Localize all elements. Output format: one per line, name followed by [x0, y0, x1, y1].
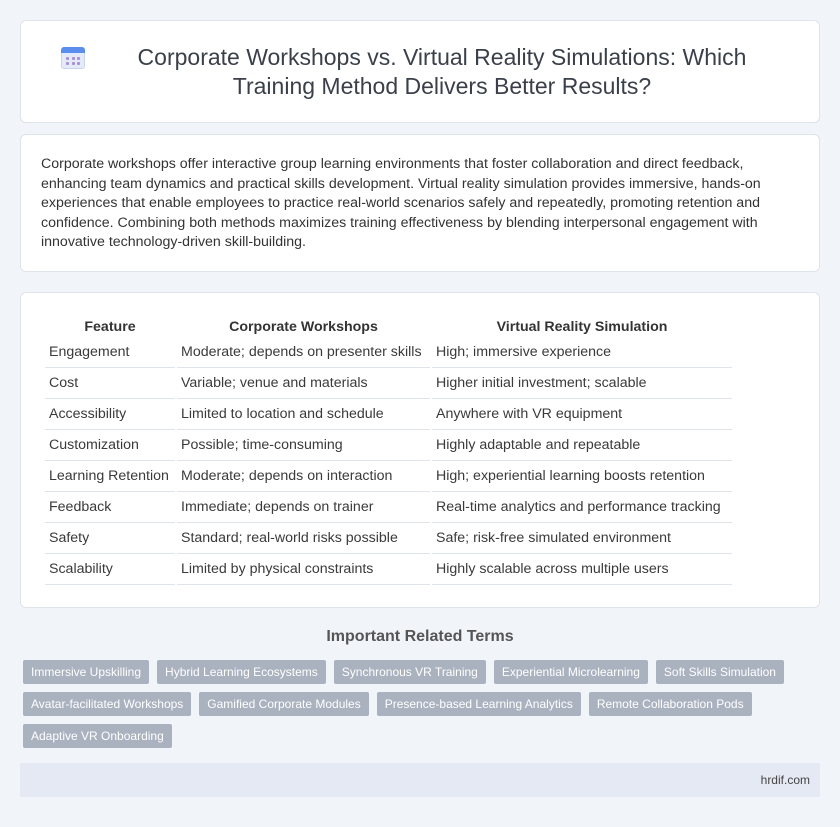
related-term-tag[interactable]: Avatar-facilitated Workshops	[23, 692, 192, 716]
header-feature: Feature	[84, 319, 136, 335]
footer: hrdif.com	[20, 763, 820, 797]
table-row: Cost Variable; venue and materials Highe…	[45, 368, 732, 399]
workshop-cell: Moderate; depends on presenter skills	[177, 337, 430, 368]
related-terms-list: Immersive Upskilling Hybrid Learning Eco…	[23, 660, 813, 756]
vr-cell: Highly scalable across multiple users	[432, 554, 732, 585]
workshop-cell: Moderate; depends on interaction	[177, 461, 430, 492]
table-row: Feedback Immediate; depends on trainer R…	[45, 492, 732, 523]
feature-cell: Safety	[45, 523, 175, 554]
related-term-tag[interactable]: Presence-based Learning Analytics	[376, 692, 581, 716]
page-title: Corporate Workshops vs. Virtual Reality …	[137, 43, 747, 99]
title-card: Corporate Workshops vs. Virtual Reality …	[20, 20, 820, 123]
related-term-tag[interactable]: Gamified Corporate Modules	[199, 692, 369, 716]
workshop-cell: Variable; venue and materials	[177, 368, 430, 399]
vr-cell: Higher initial investment; scalable	[432, 368, 732, 399]
calendar-icon	[61, 45, 85, 69]
table-header-row: Feature Corporate Workshops Virtual Real…	[45, 315, 732, 337]
table-row: Accessibility Limited to location and sc…	[45, 399, 732, 430]
related-term-tag[interactable]: Remote Collaboration Pods	[588, 692, 752, 716]
feature-cell: Customization	[45, 430, 175, 461]
workshop-cell: Limited to location and schedule	[177, 399, 430, 430]
related-terms-title: Important Related Terms	[326, 628, 514, 645]
table-row: Safety Standard; real-world risks possib…	[45, 523, 732, 554]
workshop-cell: Standard; real-world risks possible	[177, 523, 430, 554]
vr-cell: Highly adaptable and repeatable	[432, 430, 732, 461]
table-row: Scalability Limited by physical constrai…	[45, 554, 732, 585]
comparison-table: Feature Corporate Workshops Virtual Real…	[43, 315, 734, 585]
vr-cell: Anywhere with VR equipment	[432, 399, 732, 430]
workshop-cell: Possible; time-consuming	[177, 430, 430, 461]
vr-cell: Safe; risk-free simulated environment	[432, 523, 732, 554]
feature-cell: Cost	[45, 368, 175, 399]
table-row: Engagement Moderate; depends on presente…	[45, 337, 732, 368]
related-term-tag[interactable]: Hybrid Learning Ecosystems	[157, 660, 326, 684]
related-term-tag[interactable]: Synchronous VR Training	[333, 660, 486, 684]
related-term-tag[interactable]: Adaptive VR Onboarding	[23, 724, 172, 748]
workshop-cell: Immediate; depends on trainer	[177, 492, 430, 523]
workshop-cell: Limited by physical constraints	[177, 554, 430, 585]
vr-cell: High; immersive experience	[432, 337, 732, 368]
summary-text: Corporate workshops offer interactive gr…	[41, 156, 761, 251]
table-row: Learning Retention Moderate; depends on …	[45, 461, 732, 492]
summary-card: Corporate workshops offer interactive gr…	[20, 134, 820, 272]
footer-site-link[interactable]: hrdif.com	[761, 773, 810, 787]
vr-cell: Real-time analytics and performance trac…	[432, 492, 732, 523]
related-term-tag[interactable]: Immersive Upskilling	[23, 660, 150, 684]
feature-cell: Learning Retention	[45, 461, 175, 492]
comparison-card: Feature Corporate Workshops Virtual Real…	[20, 292, 820, 608]
table-row: Customization Possible; time-consuming H…	[45, 430, 732, 461]
related-term-tag[interactable]: Experiential Microlearning	[493, 660, 648, 684]
header-virtual-reality-simulation: Virtual Reality Simulation	[496, 319, 668, 335]
feature-cell: Accessibility	[45, 399, 175, 430]
feature-cell: Feedback	[45, 492, 175, 523]
related-term-tag[interactable]: Soft Skills Simulation	[655, 660, 784, 684]
header-corporate-workshops: Corporate Workshops	[229, 319, 378, 335]
feature-cell: Scalability	[45, 554, 175, 585]
feature-cell: Engagement	[45, 337, 175, 368]
vr-cell: High; experiential learning boosts reten…	[432, 461, 732, 492]
